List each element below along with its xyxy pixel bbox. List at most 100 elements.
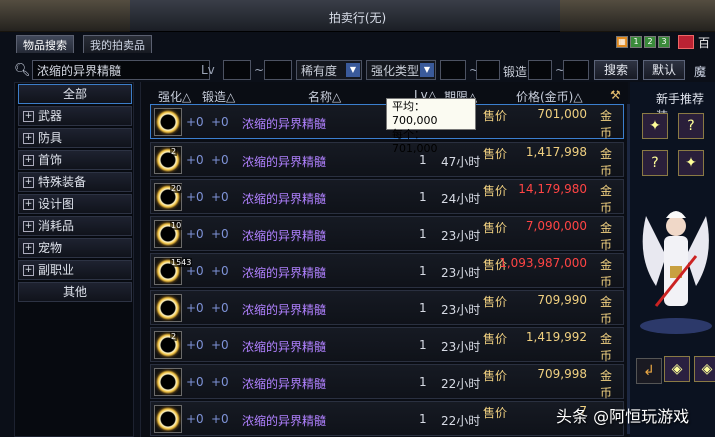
expand-icon[interactable]: + [23,155,34,166]
strengthen-value: +0 [186,338,204,352]
item-slot-icon[interactable]: ? [642,150,668,176]
stack-count-badge: 20 [170,184,183,193]
item-slot-icon[interactable]: ✦ [642,113,668,139]
strengthen-max-input[interactable] [476,60,500,80]
item-name: 浓缩的异界精髓 [242,414,327,428]
arrow-icon[interactable]: ↲ [636,358,662,384]
column-name[interactable]: 名称△ [308,88,341,104]
lv-separator: ~ [254,63,265,77]
forge-max-input[interactable] [563,60,589,80]
expand-icon[interactable]: + [23,243,34,254]
currency-label: 金币 [600,258,613,289]
item-name: 浓缩的异界精髓 [242,229,327,243]
page-3-button[interactable]: 3 [658,36,670,48]
column-forge[interactable]: 锻造△ [202,88,235,104]
listing-row[interactable]: +0 +0 浓缩的异界精髓 1 22小时 售价 7 [150,401,624,436]
item-duration: 23小时 [441,303,481,317]
magic-label: 魔法 [694,65,707,96]
category-other[interactable]: 其他 [18,282,132,302]
listing-row[interactable]: 1543 +0 +0 浓缩的异界精髓 1 23小时 售价 1,093,987,000 金币 [150,253,624,289]
forge-value: +0 [211,301,229,315]
currency-label: 金币 [600,369,613,400]
item-name: 浓缩的异界精髓 [242,117,327,131]
listing-row[interactable]: 2 +0 +0 浓缩的异界精髓 1 23小时 售价 1,419,992 金币 [150,327,624,363]
listing-row[interactable]: 20 +0 +0 浓缩的异界精髓 1 24小时 售价 14,179,980 金币 [150,179,624,215]
category-sub-profession[interactable]: + 副职业 [18,260,132,280]
category-pet[interactable]: + 宠物 [18,238,132,258]
forge-value: +0 [211,412,229,426]
top-right-label: 百 [698,35,711,50]
category-jewelry[interactable]: + 首饰 [18,150,132,170]
category-label: 首饰 [38,153,63,167]
category-armor[interactable]: + 防具 [18,128,132,148]
save-icon[interactable]: ▦ [616,36,628,48]
item-price: 1,417,998 [525,145,587,159]
page-1-button[interactable]: 1 [630,36,642,48]
item-slot-icon[interactable]: ◈ [694,356,715,382]
item-duration: 22小时 [441,414,481,428]
item-level: 1 [419,338,427,352]
item-price: 14,179,980 [518,182,587,196]
column-strengthen[interactable]: 强化△ [158,88,191,104]
item-icon: 2 [154,146,182,174]
item-duration: 23小时 [441,266,481,280]
strengthen-value: +0 [186,301,204,315]
rarity-select[interactable]: 稀有度 ▼ [296,60,362,80]
item-icon: 20 [154,183,183,211]
forge-value: +0 [211,227,229,241]
chevron-down-icon: ▼ [420,63,434,77]
forge-value: +0 [211,190,229,204]
listing-row[interactable]: 2 +0 +0 浓缩的异界精髓 1 47小时 售价 1,417,998 金币 [150,142,624,178]
strengthen-value: +0 [186,227,204,241]
gift-icon[interactable] [678,35,694,49]
strengthen-value: +0 [186,412,204,426]
category-all[interactable]: 全部 [18,84,132,104]
item-name: 浓缩的异界精髓 [242,377,327,391]
item-name: 浓缩的异界精髓 [242,303,327,317]
category-label: 防具 [38,131,63,145]
forge-min-input[interactable] [528,60,552,80]
strengthen-min-input[interactable] [440,60,466,80]
item-icon: 10 [154,220,183,248]
item-slot-icon[interactable]: ✦ [678,150,704,176]
item-icon [154,368,182,396]
tab-item-search[interactable]: 物品搜索 [16,35,74,53]
expand-icon[interactable]: + [23,199,34,210]
listing-row[interactable]: 10 +0 +0 浓缩的异界精髓 1 23小时 售价 7,090,000 金币 [150,216,624,252]
search-input[interactable]: 浓缩的异界精髓 [32,60,210,80]
currency-label: 金币 [600,184,613,215]
item-slot-icon[interactable]: ? [678,113,704,139]
default-button[interactable]: 默认 [643,60,685,80]
column-price[interactable]: 价格(金币)△ [516,88,583,104]
forge-value: +0 [211,153,229,167]
strengthen-type-select[interactable]: 强化类型 ▼ [366,60,436,80]
strengthen-value: +0 [186,190,204,204]
category-blueprint[interactable]: + 设计图 [18,194,132,214]
watermark: 头条 @阿恒玩游戏 [556,407,690,426]
item-level: 1 [419,375,427,389]
lv-max-input[interactable] [264,60,292,80]
listing-row[interactable]: +0 +0 浓缩的异界精髓 1 23小时 售价 709,990 金币 [150,290,624,326]
tooltip-average: 平均：700,000 [392,100,438,127]
chevron-down-icon: ▼ [346,63,360,77]
category-panel: 全部 + 武器 + 防具 + 首饰 + 特殊装备 + 设计图 + 消耗品 + 宠物 + 副职业 … [14,82,134,437]
tab-my-auctions[interactable]: 我的拍卖品 [83,35,152,53]
expand-icon[interactable]: + [23,221,34,232]
expand-icon[interactable]: + [23,133,34,144]
category-weapon[interactable]: + 武器 [18,106,132,126]
lv-min-input[interactable] [223,60,251,80]
category-consumable[interactable]: + 消耗品 [18,216,132,236]
expand-icon[interactable]: + [23,111,34,122]
listing-row[interactable]: +0 +0 浓缩的异界精髓 1 22小时 售价 709,998 金币 [150,364,624,400]
search-button[interactable]: 搜索 [594,60,638,80]
category-label: 特殊装备 [38,175,87,189]
page-controls: ▦ 1 2 3 百 [616,34,710,50]
item-slot-icon[interactable]: ◈ [664,356,690,382]
page-2-button[interactable]: 2 [644,36,656,48]
expand-icon[interactable]: + [23,177,34,188]
category-special-equipment[interactable]: + 特殊装备 [18,172,132,192]
expand-icon[interactable]: + [23,265,34,276]
currency-label: 金币 [600,109,613,140]
item-price: 701,000 [537,107,587,121]
item-level: 1 [419,301,427,315]
